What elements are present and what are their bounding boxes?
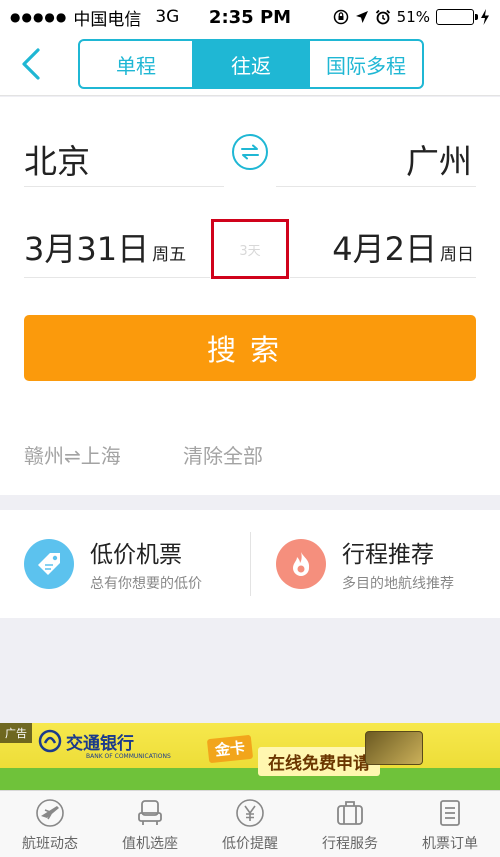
flame-icon (276, 539, 326, 589)
seat-icon (134, 797, 166, 829)
arrival-city[interactable]: 广州 (406, 135, 472, 183)
chevron-left-icon (22, 48, 40, 80)
network-label: 3G (155, 7, 180, 27)
clear-history-button[interactable]: 清除全部 (183, 440, 263, 469)
return-weekday: 周日 (440, 245, 474, 265)
tab-orders[interactable]: 机票订单 (400, 791, 500, 857)
swap-cities-button[interactable] (232, 134, 268, 170)
tab-check-in[interactable]: 值机选座 (100, 791, 200, 857)
ad-bank-name: 交通银行 (66, 734, 134, 754)
status-bar: ●●●●● 中国电信 3G 2:35 PM 51% (0, 0, 500, 34)
status-right: 51% (333, 8, 490, 26)
promo-low-price-title: 低价机票 (90, 542, 182, 568)
promo-low-price[interactable]: 低价机票 总有你想要的低价 (24, 510, 202, 618)
tab-price-alert-label: 低价提醒 (222, 836, 278, 852)
ad-bank-name-en: BANK OF COMMUNICATIONS (86, 753, 171, 760)
back-button[interactable] (18, 46, 48, 82)
promo-itinerary-title: 行程推荐 (342, 542, 434, 568)
bank-logo-icon (38, 729, 62, 753)
trip-type-selector: 单程 往返 国际多程 (78, 39, 424, 89)
trip-duration: 3天 (211, 219, 289, 279)
departure-weekday: 周五 (152, 245, 187, 265)
carrier-label: 中国电信 (73, 9, 142, 30)
arrival-city-underline (276, 186, 476, 187)
nav-bar: 单程 往返 国际多程 (0, 34, 500, 96)
departure-date[interactable]: 3月31日 周五 (24, 224, 186, 270)
tab-trip-service-label: 行程服务 (322, 836, 378, 852)
tab-one-way[interactable]: 单程 (80, 41, 194, 87)
departure-date-underline (24, 277, 210, 278)
tab-round-trip[interactable]: 往返 (194, 41, 310, 87)
credit-card-image (365, 731, 423, 765)
tab-check-in-label: 值机选座 (122, 836, 178, 852)
tab-flight-status-label: 航班动态 (22, 836, 78, 852)
promo-divider (250, 532, 251, 596)
alarm-icon (375, 9, 390, 25)
rotation-lock-icon (333, 9, 348, 25)
plane-icon (34, 797, 66, 829)
recent-search-item[interactable]: 赣州⇌上海 (24, 440, 121, 469)
tab-flight-status[interactable]: 航班动态 (0, 791, 100, 857)
search-button[interactable]: 搜索 (24, 315, 476, 381)
return-date-value: 4月2日 (332, 230, 437, 268)
promo-low-price-subtitle: 总有你想要的低价 (90, 576, 202, 592)
ad-tag: 广告 (0, 723, 32, 743)
ad-card-label: 金卡 (206, 734, 254, 764)
departure-date-value: 3月31日 (24, 230, 150, 268)
departure-city[interactable]: 北京 (24, 135, 90, 183)
luggage-icon (334, 797, 366, 829)
bottom-tab-bar: 航班动态 值机选座 低价提醒 行程服务 机票订单 (0, 790, 500, 857)
signal-strength-icon: ●●●●● (10, 10, 68, 24)
promo-itinerary[interactable]: 行程推荐 多目的地航线推荐 (276, 510, 454, 618)
departure-city-underline (24, 186, 224, 187)
tab-trip-service[interactable]: 行程服务 (300, 791, 400, 857)
yen-icon (234, 797, 266, 829)
promo-section: 低价机票 总有你想要的低价 行程推荐 多目的地航线推荐 (0, 510, 500, 618)
tab-price-alert[interactable]: 低价提醒 (200, 791, 300, 857)
location-icon (355, 11, 368, 23)
return-date-underline (290, 277, 476, 278)
charging-icon (481, 9, 489, 25)
ad-banner[interactable]: 广告 交通银行 BANK OF COMMUNICATIONS 金卡 在线免费申请 (0, 723, 500, 790)
swap-icon (241, 144, 259, 160)
return-date[interactable]: 4月2日 周日 (332, 224, 474, 270)
tab-multi-city[interactable]: 国际多程 (310, 41, 422, 87)
order-icon (434, 797, 466, 829)
ad-apply-label: 在线免费申请 (258, 747, 380, 776)
battery-icon (436, 9, 478, 25)
ad-banner-grass (0, 768, 500, 790)
battery-percent: 51% (396, 8, 430, 26)
promo-itinerary-subtitle: 多目的地航线推荐 (342, 576, 454, 592)
price-tag-icon (24, 539, 74, 589)
tab-orders-label: 机票订单 (422, 836, 478, 852)
